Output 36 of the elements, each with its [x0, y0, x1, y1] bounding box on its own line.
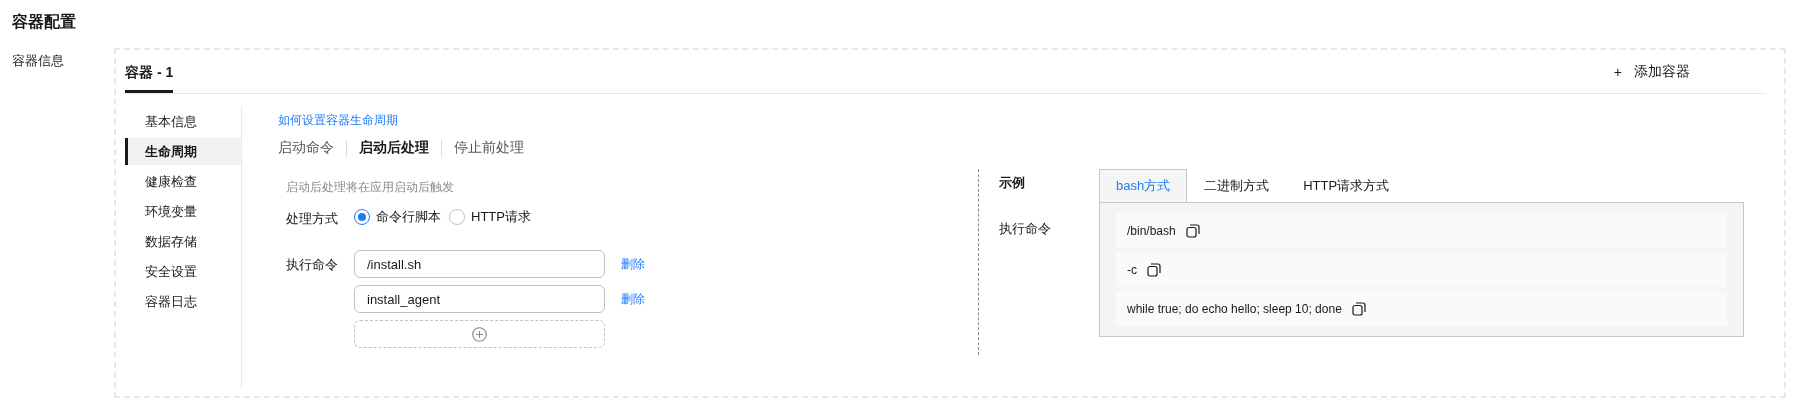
lifecycle-tab[interactable]: 启动后处理	[347, 139, 441, 157]
copy-icon[interactable]	[1351, 301, 1366, 316]
command-text: while true; do echo hello; sleep 10; done	[1127, 301, 1342, 316]
side-menu-item[interactable]: 数据存储	[125, 228, 241, 255]
method-label: 处理方式	[286, 210, 339, 228]
command-input[interactable]: install_agent	[354, 285, 605, 313]
page-title: 容器配置	[12, 12, 77, 32]
side-menu-item[interactable]: 健康检查	[125, 168, 241, 195]
side-menu-item[interactable]: 基本信息	[125, 108, 241, 135]
side-menu-item[interactable]: 容器日志	[125, 288, 241, 315]
side-menu-item[interactable]: 生命周期	[125, 138, 241, 165]
command-text: -c	[1127, 262, 1137, 277]
container-tab[interactable]: 容器 - 1	[125, 50, 174, 93]
help-link[interactable]: 如何设置容器生命周期	[278, 112, 398, 129]
method-radio[interactable]: HTTP请求	[449, 208, 531, 226]
example-title: 示例	[999, 174, 1026, 192]
example-command-label: 执行命令	[999, 220, 1052, 238]
copy-icon[interactable]	[1185, 223, 1200, 238]
lifecycle-tab[interactable]: 启动命令	[278, 139, 346, 157]
delete-link[interactable]: 删除	[621, 255, 645, 273]
hint-text: 启动后处理将在应用启动后触发	[286, 179, 455, 196]
copy-icon[interactable]	[1147, 262, 1161, 277]
command-label: 执行命令	[286, 256, 339, 274]
command-text: /bin/bash	[1127, 223, 1176, 238]
method-radio[interactable]: 命令行脚本	[354, 208, 441, 226]
delete-link[interactable]: 删除	[621, 290, 645, 308]
side-menu-item[interactable]: 安全设置	[125, 258, 241, 285]
section-label: 容器信息	[12, 52, 65, 70]
lifecycle-tab[interactable]: 停止前处理	[442, 139, 536, 157]
example-tab[interactable]: 二进制方式	[1187, 169, 1287, 202]
side-menu-item[interactable]: 环境变量	[125, 198, 241, 225]
command-input[interactable]: /install.sh	[354, 250, 605, 278]
example-tab[interactable]: bash方式	[1099, 169, 1188, 202]
example-tab[interactable]: HTTP请求方式	[1286, 169, 1407, 202]
plus-circle-icon	[472, 326, 487, 342]
add-container-button[interactable]: + 添加容器	[1607, 61, 1696, 82]
